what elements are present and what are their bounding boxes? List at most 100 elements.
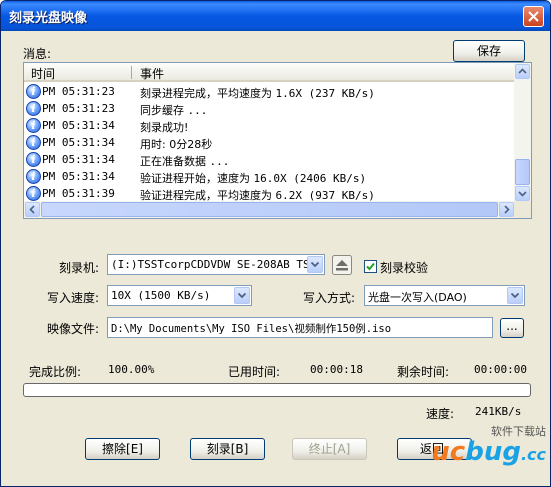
arrow-up-icon — [518, 68, 527, 74]
complete-value: 100.00% — [108, 363, 155, 376]
info-icon: i — [26, 118, 41, 133]
close-icon — [528, 11, 539, 22]
chevron-down-icon — [237, 292, 247, 299]
message-text-detail: ... — [209, 155, 230, 168]
message-text-main: 验证进程开始，速度为 — [140, 172, 254, 185]
horizontal-scroll-thumb[interactable] — [41, 202, 498, 217]
stop-button[interactable]: 终止[A] — [292, 438, 367, 460]
close-button[interactable] — [523, 6, 544, 27]
message-text-detail: ... — [187, 104, 208, 117]
recorder-value: (I:)TSSTcorpCDDVDW SE-208AB TS03 — [111, 258, 323, 271]
write-mode-select[interactable]: 光盘一次写入(DAO) — [364, 285, 525, 306]
scroll-left-button[interactable] — [25, 202, 40, 217]
speed-value: 241KB/s — [475, 405, 522, 418]
horizontal-scrollbar[interactable] — [24, 201, 515, 218]
image-file-input[interactable]: D:\My Documents\My ISO Files\视频制作150例.is… — [107, 317, 493, 338]
eject-icon — [332, 255, 352, 275]
watermark-brand-c: .cc — [520, 445, 546, 464]
write-mode-value: 光盘一次写入(DAO) — [368, 291, 467, 304]
scroll-right-button[interactable] — [499, 202, 514, 217]
message-text: 用时: 0分28秒 — [140, 136, 212, 152]
message-time: PM 05:31:34 — [42, 119, 115, 132]
column-header-event[interactable]: 事件 — [140, 65, 164, 82]
info-icon: i — [26, 152, 41, 167]
list-item[interactable]: i PM 05:31:34 正在准备数据 ... — [24, 152, 515, 169]
remaining-value: 00:00:00 — [474, 363, 527, 376]
list-item[interactable]: i PM 05:31:34 刻录成功! — [24, 118, 515, 135]
recorder-dropdown-button[interactable] — [307, 256, 323, 273]
info-icon: i — [26, 169, 41, 184]
vertical-scroll-thumb[interactable] — [515, 159, 530, 185]
write-speed-value: 10X (1500 KB/s) — [111, 289, 211, 302]
list-item[interactable]: i PM 05:31:34 验证进程开始，速度为 16.0X (2406 KB/s) — [24, 169, 515, 186]
eject-button[interactable] — [332, 255, 352, 275]
list-item[interactable]: i PM 05:31:34 用时: 0分28秒 — [24, 135, 515, 152]
write-speed-dropdown-button[interactable] — [234, 287, 250, 304]
message-text-detail: 1.6X (237 KB/s) — [275, 87, 375, 100]
message-text-main: 用时: 0分28秒 — [140, 138, 213, 151]
message-text: 刻录进程完成，平均速度为 1.6X (237 KB/s) — [140, 85, 375, 101]
write-speed-select[interactable]: 10X (1500 KB/s) — [107, 285, 252, 306]
scroll-up-button[interactable] — [515, 64, 530, 79]
erase-button[interactable]: 擦除[E] — [85, 438, 160, 460]
message-time: PM 05:31:34 — [42, 170, 115, 183]
save-button[interactable]: 保存 — [453, 40, 525, 62]
list-header: 时间 事件 — [24, 63, 515, 82]
message-time: PM 05:31:23 — [42, 85, 115, 98]
chevron-down-icon — [310, 261, 320, 268]
browse-button[interactable]: ... — [500, 318, 524, 338]
message-time: PM 05:31:34 — [42, 153, 115, 166]
list-item[interactable]: i PM 05:31:23 同步缓存 ... — [24, 101, 515, 118]
remaining-label: 剩余时间: — [397, 365, 450, 379]
arrow-down-icon — [518, 191, 527, 197]
message-text-detail: 16.0X (2406 KB/s) — [253, 172, 367, 185]
messages-label: 消息: — [23, 47, 52, 61]
burn-button[interactable]: 刻录[B] — [190, 438, 265, 460]
info-icon: i — [26, 186, 41, 201]
info-icon: i — [26, 101, 41, 116]
write-mode-label: 写入方式: — [303, 291, 356, 305]
message-time: PM 05:31:23 — [42, 102, 115, 115]
message-text-main: 同步缓存 — [140, 104, 188, 117]
burn-progress-bar — [23, 383, 531, 397]
vertical-scrollbar[interactable] — [514, 63, 531, 202]
watermark-brand-b: bug — [465, 437, 521, 467]
elapsed-value: 00:00:18 — [310, 363, 363, 376]
recorder-select[interactable]: (I:)TSSTcorpCDDVDW SE-208AB TS03 — [107, 254, 325, 275]
burn-image-dialog: 刻录光盘映像 消息: 保存 时间 事件 i PM 05:31:23 刻录进程完成，平… — [0, 0, 551, 487]
message-text: 正在准备数据 ... — [140, 153, 229, 169]
arrow-right-icon — [504, 205, 510, 214]
title-bar[interactable]: 刻录光盘映像 — [1, 1, 550, 31]
scroll-down-button[interactable] — [515, 186, 530, 201]
write-mode-dropdown-button[interactable] — [507, 287, 523, 304]
list-item[interactable]: i PM 05:31:23 刻录进程完成，平均速度为 1.6X (237 KB/s) — [24, 84, 515, 101]
scroll-corner — [514, 201, 531, 218]
verify-label[interactable]: 刻录校验 — [380, 259, 428, 276]
column-header-time[interactable]: 时间 — [31, 65, 55, 82]
write-speed-label: 写入速度: — [47, 291, 100, 305]
message-time: PM 05:31:39 — [42, 187, 115, 200]
checkmark-icon — [366, 262, 375, 271]
speed-label: 速度: — [426, 407, 455, 421]
chevron-down-icon — [510, 292, 520, 299]
message-text-main: 刻录成功! — [140, 121, 189, 134]
arrow-left-icon — [29, 205, 35, 214]
elapsed-label: 已用时间: — [228, 365, 281, 379]
recorder-label: 刻录机: — [59, 261, 100, 275]
info-icon: i — [26, 135, 41, 150]
watermark-brand-a: uc — [431, 437, 466, 467]
message-time: PM 05:31:34 — [42, 136, 115, 149]
message-text-main: 正在准备数据 — [140, 155, 210, 168]
complete-label: 完成比例: — [29, 365, 82, 379]
ucbug-watermark-logo: 软件下载站 ucbug.cc — [431, 423, 546, 468]
message-list[interactable]: 时间 事件 i PM 05:31:23 刻录进程完成，平均速度为 1.6X (237… — [23, 62, 532, 219]
message-text-main: 刻录进程完成，平均速度为 — [140, 87, 276, 100]
window-title: 刻录光盘映像 — [9, 11, 88, 26]
image-file-label: 映像文件: — [47, 322, 100, 336]
image-file-value: D:\My Documents\My ISO Files\视频制作150例.is… — [111, 323, 392, 335]
message-text: 刻录成功! — [140, 119, 188, 135]
message-text: 同步缓存 ... — [140, 102, 207, 118]
info-icon: i — [26, 84, 41, 99]
message-text: 验证进程开始，速度为 16.0X (2406 KB/s) — [140, 170, 366, 186]
verify-checkbox[interactable] — [364, 260, 377, 273]
